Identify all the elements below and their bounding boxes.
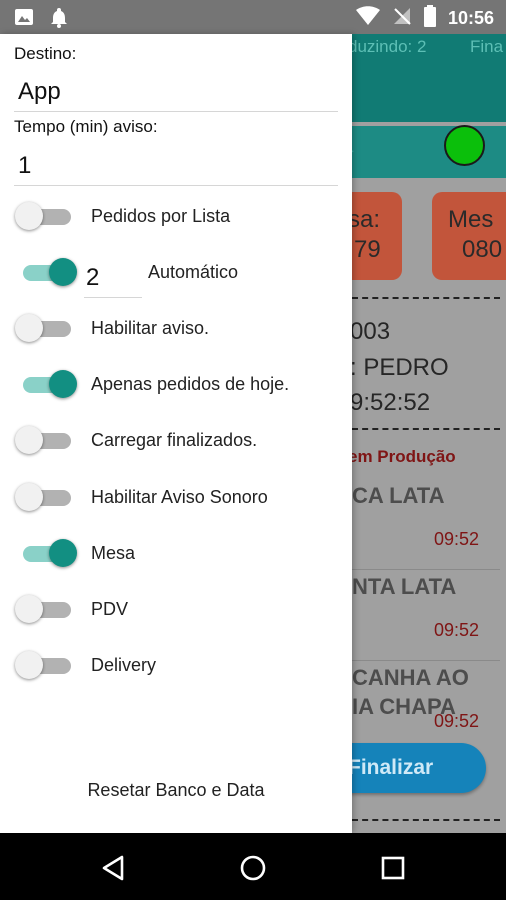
reset-database-button[interactable]: Resetar Banco e Data — [0, 780, 352, 801]
pdv-switch[interactable] — [15, 594, 73, 624]
recents-icon[interactable] — [376, 851, 410, 885]
order-item-name: CA LATA — [352, 483, 445, 508]
clock: 10:56 — [447, 8, 494, 28]
order-item-time: 09:52 — [434, 620, 480, 640]
order-item-name: NTA LATA — [352, 574, 457, 599]
carregar-finalizados-label: Carregar finalizados. — [91, 430, 258, 450]
order-status: em Produção — [348, 447, 456, 466]
tempo-label: Tempo (min) aviso: — [14, 117, 158, 136]
pdv-label: PDV — [91, 599, 129, 619]
automatico-minutes-input[interactable] — [84, 258, 142, 298]
destino-input[interactable] — [14, 72, 338, 112]
apenas-pedidos-hoje-switch[interactable] — [19, 369, 77, 399]
order-number: 003 — [350, 318, 391, 345]
mesa-switch[interactable] — [19, 538, 77, 568]
pedidos-por-lista-switch[interactable] — [15, 201, 73, 231]
divider — [352, 819, 500, 821]
order-customer: : PEDRO — [350, 354, 449, 381]
divider — [352, 297, 500, 299]
automatico-label: Automático — [148, 262, 239, 282]
tempo-input[interactable] — [14, 146, 338, 186]
settings-drawer: Destino: Tempo (min) aviso: Pedidos por … — [0, 34, 352, 833]
mesa-label: Mesa — [91, 543, 136, 563]
divider — [352, 428, 500, 430]
pedidos-por-lista-label: Pedidos por Lista — [91, 206, 231, 226]
order-time: 9:52:52 — [350, 389, 431, 416]
apenas-pedidos-hoje-label: Apenas pedidos de hoje. — [91, 374, 290, 394]
connection-status-dot — [444, 125, 485, 166]
automatico-switch[interactable] — [19, 257, 77, 287]
order-item-time: 09:52 — [434, 529, 480, 549]
order-item-time: 09:52 — [434, 711, 480, 731]
status-bar: 10:56 — [0, 0, 506, 34]
battery-icon — [423, 5, 436, 32]
delivery-label: Delivery — [91, 655, 157, 675]
home-icon[interactable] — [236, 851, 270, 885]
table-card[interactable]: Mes 080 — [432, 192, 506, 280]
finished-tab: Fina — [470, 37, 504, 56]
divider — [352, 660, 500, 661]
wifi-icon — [355, 6, 380, 31]
carregar-finalizados-switch[interactable] — [15, 425, 73, 455]
navigation-bar — [0, 833, 506, 900]
no-signal-icon — [392, 6, 412, 31]
notification-bell-icon — [48, 6, 70, 33]
producing-count: duzindo: 2 — [348, 37, 427, 56]
image-icon — [14, 7, 34, 32]
habilitar-aviso-label: Habilitar aviso. — [91, 318, 210, 338]
aviso-sonoro-switch[interactable] — [15, 482, 73, 512]
habilitar-aviso-switch[interactable] — [15, 313, 73, 343]
order-item-name: CANHA AO — [352, 665, 469, 690]
aviso-sonoro-label: Habilitar Aviso Sonoro — [91, 487, 268, 507]
destino-label: Destino: — [14, 44, 77, 63]
delivery-switch[interactable] — [15, 650, 73, 680]
back-icon[interactable] — [97, 851, 131, 885]
divider — [352, 569, 500, 570]
